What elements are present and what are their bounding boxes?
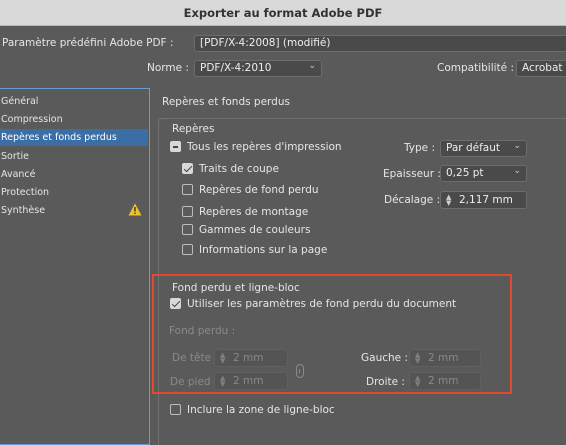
- checkbox-icon: [170, 404, 181, 415]
- norme-select[interactable]: PDF/X-4:2010 ⌄: [194, 60, 322, 77]
- stepper-icon[interactable]: ▲ ▼: [415, 352, 420, 365]
- pied-value: 2 mm: [233, 375, 264, 387]
- sidebar-item-general[interactable]: Général: [0, 93, 148, 110]
- sidebar-item-reperes[interactable]: Repères et fonds perdus: [0, 129, 148, 146]
- sidebar-item-label: Général: [1, 96, 39, 107]
- include-slug-label: Inclure la zone de ligne-bloc: [187, 404, 335, 416]
- reperes-group-title: Repères: [172, 123, 215, 135]
- fond-perdu-label: Fond perdu :: [169, 325, 236, 337]
- type-select[interactable]: Par défaut ⌄: [440, 140, 527, 157]
- type-value: Par défaut: [446, 142, 500, 154]
- compat-label: Compatibilité :: [437, 62, 514, 74]
- norme-label: Norme :: [147, 62, 189, 74]
- epaisseur-value: 0,25 pt: [446, 167, 484, 179]
- gauche-value: 2 mm: [428, 352, 459, 364]
- crop-marks-label: Traits de coupe: [199, 163, 279, 175]
- color-bars-label: Gammes de couleurs: [199, 224, 311, 236]
- window-title: Exporter au format Adobe PDF: [183, 6, 383, 20]
- sidebar: Général Compression Repères et fonds per…: [0, 88, 150, 445]
- stepper-icon[interactable]: ▲ ▼: [415, 375, 420, 388]
- pied-label: De pied :: [170, 376, 218, 388]
- preset-value: [PDF/X-4:2008] (modifié): [200, 37, 331, 49]
- preset-select[interactable]: [PDF/X-4:2008] (modifié): [194, 35, 566, 52]
- chevron-down-icon: ⌄: [513, 166, 521, 176]
- checkbox-icon: [182, 244, 193, 255]
- checkbox-checked-icon: [170, 298, 181, 309]
- chevron-down-icon: ⌄: [308, 61, 316, 71]
- page-info-label: Informations sur la page: [199, 244, 328, 256]
- include-slug-checkbox[interactable]: Inclure la zone de ligne-bloc: [170, 404, 335, 416]
- title-bar: Exporter au format Adobe PDF: [0, 0, 566, 26]
- link-chain-icon[interactable]: [296, 364, 304, 378]
- registration-marks-label: Repères de montage: [199, 206, 309, 218]
- warning-icon: [128, 203, 142, 216]
- droite-label: Droite :: [366, 376, 405, 388]
- all-marks-label: Tous les repères d'impression: [187, 141, 342, 153]
- gauche-field[interactable]: ▲ ▼ 2 mm: [409, 349, 481, 367]
- droite-field[interactable]: ▲ ▼ 2 mm: [409, 372, 481, 390]
- sidebar-item-label: Protection: [1, 187, 50, 198]
- use-doc-bleed-label: Utiliser les paramètres de fond perdu du…: [187, 298, 457, 310]
- checkbox-mixed-icon: [170, 141, 181, 152]
- sidebar-item-synthese[interactable]: Synthèse: [0, 202, 148, 219]
- sidebar-item-label: Compression: [1, 114, 63, 125]
- stepper-icon[interactable]: ▲ ▼: [220, 352, 225, 365]
- droite-value: 2 mm: [428, 375, 459, 387]
- compat-value: Acrobat: [522, 62, 563, 74]
- gauche-label: Gauche :: [361, 352, 408, 364]
- sidebar-item-label: Avancé: [1, 169, 36, 180]
- epaisseur-select[interactable]: 0,25 pt ⌄: [440, 165, 527, 182]
- use-doc-bleed-checkbox[interactable]: Utiliser les paramètres de fond perdu du…: [170, 298, 456, 310]
- stepper-icon[interactable]: ▲ ▼: [220, 375, 225, 388]
- sidebar-item-label: Repères et fonds perdus: [1, 132, 117, 143]
- sidebar-item-compression[interactable]: Compression: [0, 111, 148, 128]
- sidebar-item-sortie[interactable]: Sortie: [0, 148, 148, 165]
- preset-label: Paramètre prédéfini Adobe PDF :: [2, 37, 174, 49]
- sidebar-item-avance[interactable]: Avancé: [0, 166, 148, 183]
- bleed-marks-label: Repères de fond perdu: [199, 184, 319, 196]
- chevron-down-icon: ⌄: [513, 141, 521, 151]
- sidebar-item-label: Sortie: [1, 151, 29, 162]
- decalage-value: 2,117 mm: [459, 194, 513, 206]
- sidebar-item-label: Synthèse: [1, 205, 46, 216]
- epaisseur-label: Epaisseur :: [383, 168, 441, 180]
- crop-marks-checkbox[interactable]: Traits de coupe: [182, 163, 279, 175]
- type-label: Type :: [404, 142, 435, 154]
- checkbox-icon: [182, 224, 193, 235]
- bleed-marks-checkbox[interactable]: Repères de fond perdu: [182, 184, 319, 196]
- tete-value: 2 mm: [233, 352, 264, 364]
- page-info-checkbox[interactable]: Informations sur la page: [182, 244, 327, 256]
- tete-label: De tête :: [172, 352, 218, 364]
- compat-select[interactable]: Acrobat: [516, 60, 566, 77]
- color-bars-checkbox[interactable]: Gammes de couleurs: [182, 224, 310, 236]
- sidebar-item-protection[interactable]: Protection: [0, 184, 148, 201]
- all-marks-checkbox[interactable]: Tous les repères d'impression: [170, 141, 342, 153]
- stepper-icon[interactable]: ▲ ▼: [446, 194, 451, 207]
- pied-field[interactable]: ▲ ▼ 2 mm: [214, 372, 288, 390]
- decalage-field[interactable]: ▲ ▼ 2,117 mm: [440, 191, 527, 209]
- checkbox-icon: [182, 206, 193, 217]
- registration-marks-checkbox[interactable]: Repères de montage: [182, 206, 308, 218]
- checkbox-checked-icon: [182, 163, 193, 174]
- fond-group-title: Fond perdu et ligne-bloc: [172, 282, 300, 294]
- tete-field[interactable]: ▲ ▼ 2 mm: [214, 349, 288, 367]
- decalage-label: Décalage :: [384, 194, 441, 206]
- norme-value: PDF/X-4:2010: [200, 62, 272, 74]
- panel-title: Repères et fonds perdus: [162, 96, 290, 108]
- checkbox-icon: [182, 184, 193, 195]
